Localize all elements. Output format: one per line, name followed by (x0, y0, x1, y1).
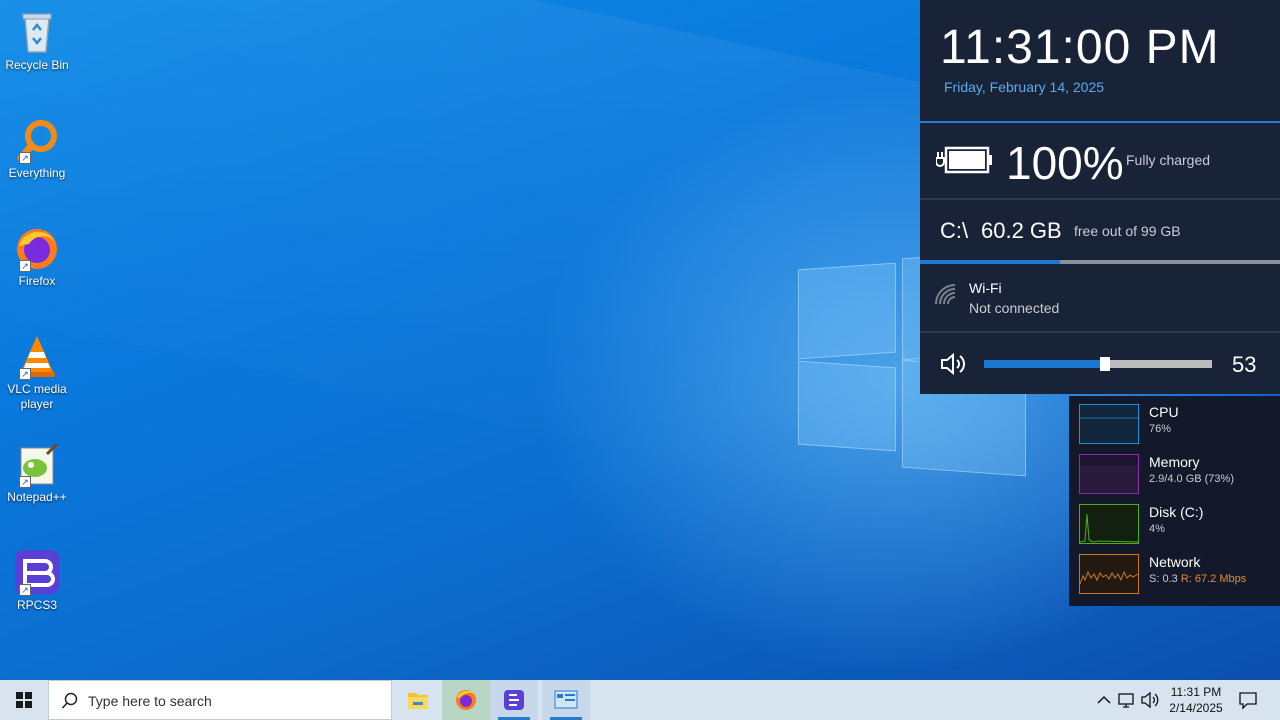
taskbar-clock[interactable]: 11:31 PM 2/14/2025 (1165, 684, 1227, 716)
start-button[interactable] (0, 680, 48, 720)
disk-usage-bar (920, 260, 1280, 264)
memory-value: 2.9/4.0 GB (73%) (1149, 473, 1234, 485)
desktop-icon-notepadpp[interactable]: ↗ Notepad++ (0, 436, 74, 505)
speaker-icon[interactable] (940, 352, 968, 381)
taskbar-control-panel[interactable] (542, 680, 590, 720)
volume-value: 53 (1232, 352, 1257, 377)
desktop-icon-label: RPCS3 (16, 598, 57, 612)
firefox-icon: ↗ (13, 224, 61, 272)
wifi-name: Wi-Fi (969, 280, 1002, 296)
windows-start-icon (16, 692, 32, 708)
system-info-panel: 11:31:00 PM Friday, February 14, 2025 10… (920, 0, 1280, 394)
shortcut-arrow-icon: ↗ (19, 476, 31, 488)
performance-panel: CPU 76% Memory 2.9/4.0 GB (73%) Disk (C:… (1069, 396, 1280, 606)
notepadpp-icon: ↗ (13, 440, 61, 488)
desktop-icon-vlc[interactable]: ↗ VLC media player (0, 328, 74, 412)
wifi-status: Not connected (969, 300, 1060, 316)
memory-graph (1079, 454, 1139, 494)
disk-free-space: 60.2 GB (981, 218, 1062, 243)
cpu-label: CPU (1149, 404, 1179, 420)
desktop-icon-label: VLC media player (7, 382, 67, 411)
recycle-bin-icon (13, 8, 61, 56)
network-send: S: 0.3 (1149, 573, 1178, 585)
disk-label: Disk (C:) (1149, 504, 1204, 520)
shortcut-arrow-icon: ↗ (19, 152, 31, 164)
desktop-icon-label: Recycle Bin (5, 58, 69, 72)
perf-network[interactable]: Network S: 0.3 R: 67.2 Mbps (1069, 546, 1280, 596)
network-tray-icon[interactable] (1116, 690, 1136, 710)
firefox-icon (456, 690, 476, 710)
windows-logo-pane (798, 360, 896, 452)
control-panel-icon (554, 690, 578, 709)
shortcut-arrow-icon: ↗ (19, 260, 31, 272)
clock-time: 11:31:00 PM (940, 21, 1220, 74)
disk-graph (1079, 504, 1139, 544)
memory-label: Memory (1149, 454, 1200, 470)
perf-disk[interactable]: Disk (C:) 4% (1069, 496, 1280, 546)
network-label: Network (1149, 554, 1201, 570)
volume-slider-fill (984, 360, 1105, 368)
network-graph (1079, 554, 1139, 594)
perf-cpu[interactable]: CPU 76% (1069, 396, 1280, 446)
disk-value: 4% (1149, 523, 1165, 535)
disk-row[interactable]: C:\ 60.2 GB free out of 99 GB (920, 200, 1280, 264)
disk-drive-letter: C:\ (940, 218, 969, 243)
everything-search-icon: ↗ (13, 116, 61, 164)
desktop-icon-rpcs3[interactable]: ↗ RPCS3 (0, 544, 74, 613)
desktop-icon-label: Notepad++ (7, 490, 67, 504)
rpcs3-icon: ↗ (13, 548, 61, 596)
battery-status: Fully charged (1126, 152, 1211, 168)
file-explorer-icon (408, 693, 428, 709)
windows-logo-pane (798, 262, 896, 360)
volume-row: 53 (920, 334, 1280, 394)
disk-total-space: free out of 99 GB (1074, 223, 1181, 239)
taskbar-time: 11:31 PM (1170, 685, 1222, 699)
network-value: S: 0.3 R: 67.2 Mbps (1149, 573, 1246, 585)
divider (920, 121, 1280, 123)
taskbar: Type here to search 11:31 PM 2/14/2025 (0, 680, 1280, 720)
cpu-graph (1079, 404, 1139, 444)
cpu-value: 76% (1149, 423, 1172, 435)
shortcut-arrow-icon: ↗ (19, 368, 31, 380)
battery-plugged-icon (935, 144, 994, 181)
chevron-up-icon[interactable] (1094, 690, 1114, 710)
desktop-icon-everything[interactable]: ↗ Everything (0, 112, 74, 181)
desktop-icon-firefox[interactable]: ↗ Firefox (0, 220, 74, 289)
disk-usage-fill (920, 260, 1061, 264)
wifi-row[interactable]: Wi-Fi Not connected (920, 266, 1280, 330)
search-placeholder: Type here to search (88, 693, 212, 709)
volume-tray-icon[interactable] (1140, 690, 1160, 710)
taskbar-search-box[interactable]: Type here to search (48, 680, 392, 720)
volume-slider[interactable] (984, 357, 1212, 371)
vlc-icon: ↗ (13, 332, 61, 380)
taskbar-rpcs3[interactable] (490, 680, 538, 720)
desktop-icon-recycle-bin[interactable]: Recycle Bin (0, 4, 74, 73)
desktop-icon-label: Firefox (18, 274, 56, 288)
network-receive: R: 67.2 Mbps (1180, 573, 1247, 585)
taskbar-firefox[interactable] (442, 680, 490, 720)
taskbar-date: 2/14/2025 (1169, 701, 1223, 715)
battery-percent: 100% (1006, 137, 1124, 189)
desktop-icon-label: Everything (8, 166, 66, 180)
shortcut-arrow-icon: ↗ (19, 584, 31, 596)
taskbar-file-explorer[interactable] (394, 680, 442, 720)
notification-icon[interactable] (1238, 690, 1258, 710)
rpcs3-icon (504, 690, 524, 710)
clock-date[interactable]: Friday, February 14, 2025 (944, 79, 1104, 95)
battery-row[interactable]: 100% Fully charged (920, 124, 1280, 198)
perf-memory[interactable]: Memory 2.9/4.0 GB (73%) (1069, 446, 1280, 496)
search-icon (61, 692, 78, 709)
volume-slider-thumb[interactable] (1099, 357, 1110, 371)
divider (920, 331, 1280, 333)
wifi-icon (933, 282, 959, 313)
